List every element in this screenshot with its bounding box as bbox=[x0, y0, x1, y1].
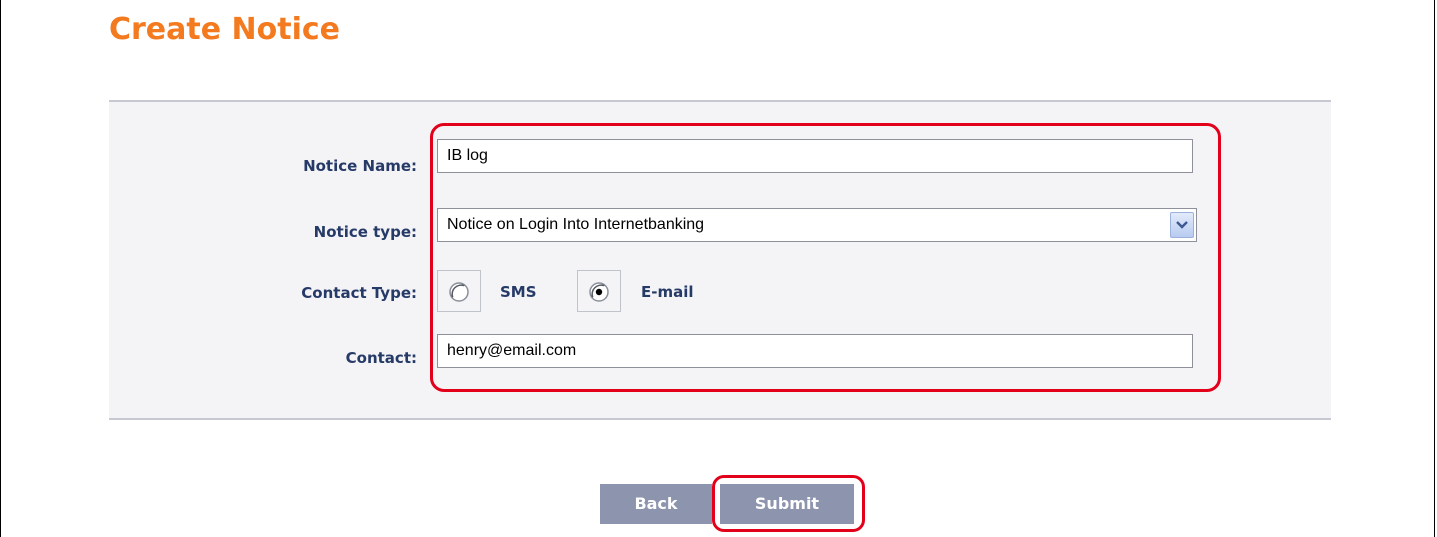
notice-name-label: Notice Name: bbox=[303, 157, 417, 175]
contact-label: Contact: bbox=[345, 349, 417, 367]
page-title: Create Notice bbox=[109, 12, 341, 47]
contact-type-label: Contact Type: bbox=[301, 284, 417, 302]
notice-type-label: Notice type: bbox=[313, 223, 417, 241]
form-fields-highlight bbox=[430, 123, 1221, 392]
submit-highlight bbox=[712, 475, 865, 532]
page-frame: Create Notice Notice Name: Notice type: … bbox=[0, 0, 1435, 537]
back-button[interactable]: Back bbox=[600, 484, 712, 524]
